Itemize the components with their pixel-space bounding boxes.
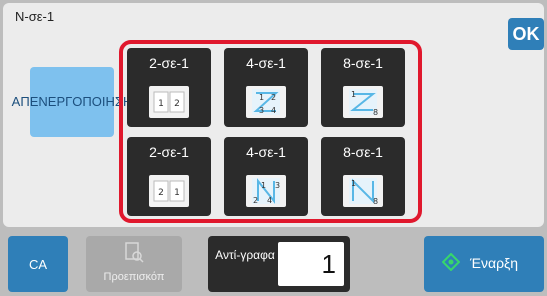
option-8-in-1-n[interactable]: 8-σε-1 1 8 [321, 137, 405, 216]
eight-up-n-order-icon: 1 8 [343, 175, 383, 207]
svg-text:2: 2 [253, 196, 258, 205]
svg-text:3: 3 [259, 106, 264, 115]
svg-text:4: 4 [267, 196, 272, 205]
option-2-in-1-rtl[interactable]: 2-σε-1 2 1 [127, 137, 211, 216]
bottom-bar: CA Προεπισκόπ Αντί-γραφα 1 Έναρξη [0, 227, 547, 296]
svg-text:1: 1 [351, 90, 356, 99]
option-8-in-1-z[interactable]: 8-σε-1 1 8 [321, 48, 405, 127]
option-label: 2-σε-1 [149, 55, 189, 71]
option-label: 4-σε-1 [246, 55, 286, 71]
svg-text:8: 8 [373, 108, 378, 117]
n-up-panel: N-σε-1 OK ΑΠΕΝΕΡΓΟΠΟΙΗΣΗ 2-σε-1 1 2 4-σε… [3, 3, 544, 227]
svg-text:2: 2 [271, 93, 276, 102]
two-up-horizontal-icon: 1 2 [149, 86, 189, 118]
clear-all-label: CA [28, 256, 48, 272]
svg-text:1: 1 [261, 181, 266, 190]
svg-text:1: 1 [259, 93, 264, 102]
preview-icon [125, 242, 144, 263]
preview-label: Προεπισκόπ [103, 271, 165, 283]
copies-label: Αντί-γραφα [215, 248, 275, 262]
svg-text:1: 1 [158, 99, 164, 109]
copies-input[interactable]: 1 [278, 242, 344, 286]
ok-button[interactable]: OK [508, 18, 544, 50]
four-up-z-order-icon: 1 2 3 4 [246, 86, 286, 118]
option-label: 2-σε-1 [149, 144, 189, 160]
option-4-in-1-n[interactable]: 4-σε-1 1 3 2 4 [224, 137, 308, 216]
option-label: 4-σε-1 [246, 144, 286, 160]
svg-text:2: 2 [158, 188, 164, 198]
option-label: 8-σε-1 [343, 55, 383, 71]
start-icon [442, 253, 460, 271]
svg-text:1: 1 [351, 179, 356, 188]
eight-up-z-order-icon: 1 8 [343, 86, 383, 118]
svg-text:4: 4 [271, 106, 276, 115]
svg-text:2: 2 [174, 99, 180, 109]
start-button[interactable]: Έναρξη [424, 236, 544, 292]
preview-button[interactable]: Προεπισκόπ [86, 236, 182, 292]
two-up-reverse-icon: 2 1 [149, 175, 189, 207]
option-4-in-1-z[interactable]: 4-σε-1 1 2 3 4 [224, 48, 308, 127]
option-2-in-1-ltr[interactable]: 2-σε-1 1 2 [127, 48, 211, 127]
disable-button-label: ΑΠΕΝΕΡΓΟΠΟΙΗΣΗ [11, 94, 133, 109]
page-title: N-σε-1 [15, 9, 55, 24]
svg-text:3: 3 [275, 181, 280, 190]
clear-all-button[interactable]: CA [8, 236, 68, 292]
copies-control: Αντί-γραφα 1 [208, 236, 350, 292]
svg-text:1: 1 [174, 188, 180, 198]
start-label: Έναρξη [470, 255, 519, 271]
disable-button[interactable]: ΑΠΕΝΕΡΓΟΠΟΙΗΣΗ [12, 67, 132, 137]
option-label: 8-σε-1 [343, 144, 383, 160]
four-up-n-order-icon: 1 3 2 4 [246, 175, 286, 207]
svg-text:8: 8 [373, 197, 378, 206]
